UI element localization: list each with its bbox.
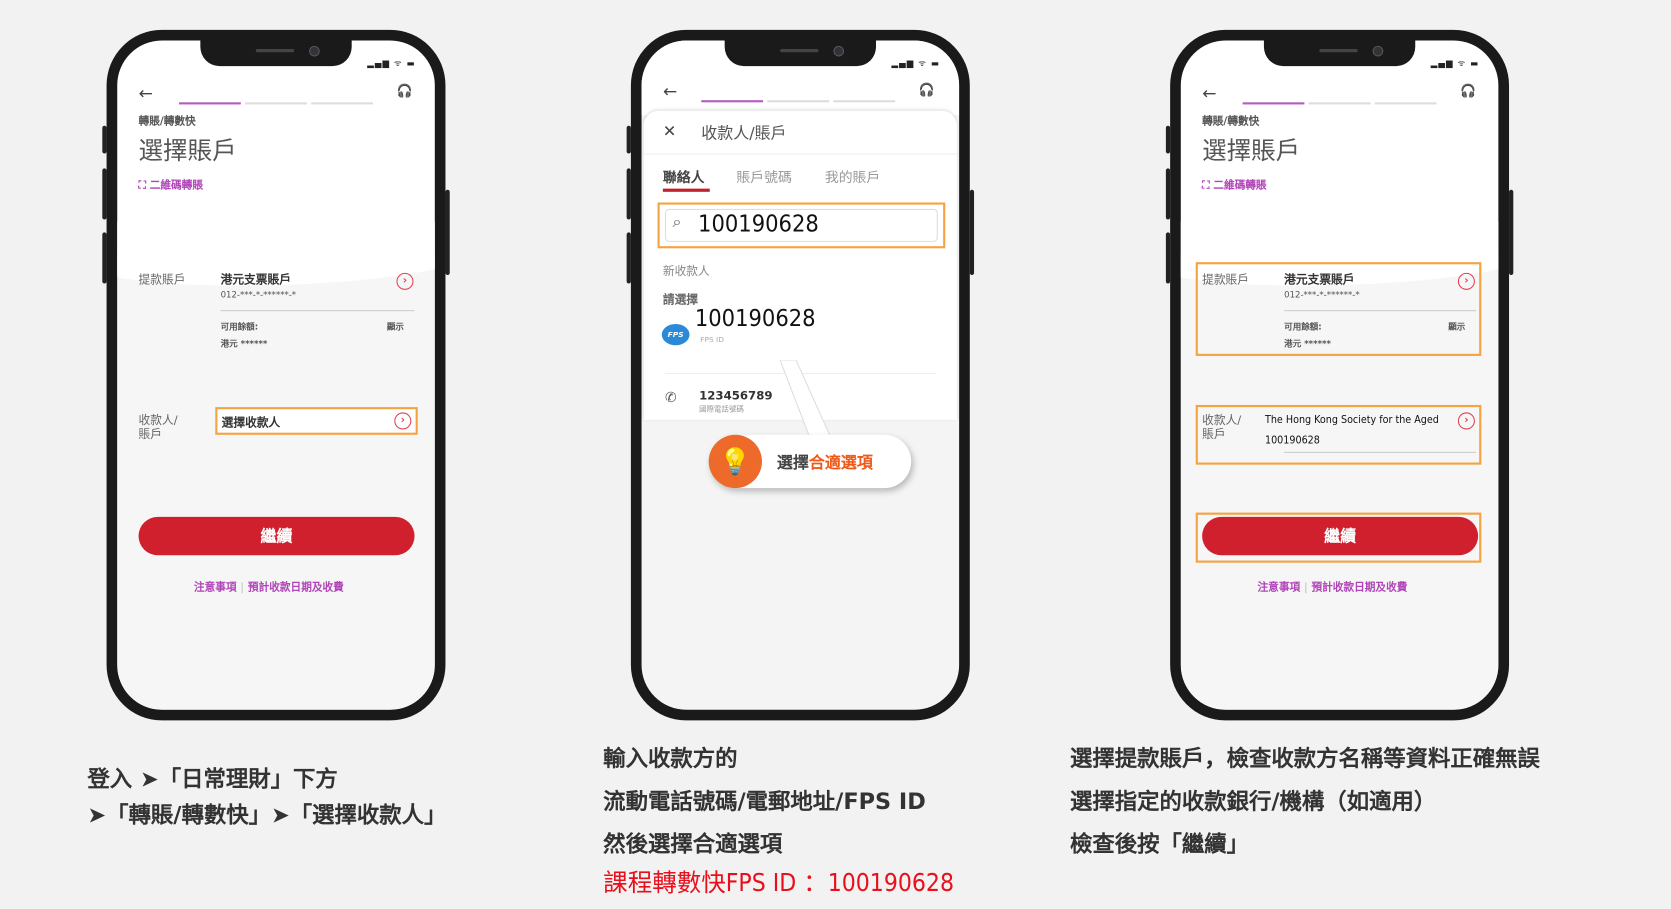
- progress-step-2: [1308, 102, 1371, 105]
- payee-chevron-icon: ›: [394, 412, 412, 430]
- account-chevron-icon[interactable]: ›: [1457, 272, 1475, 290]
- search-icon: ⌕: [672, 212, 682, 232]
- progress-step-2: [245, 102, 307, 105]
- progress-step-1: [1242, 102, 1305, 105]
- payee-label: 收款人/ 賬戶: [138, 413, 178, 442]
- continue-button[interactable]: 繼續: [138, 516, 415, 556]
- back-icon[interactable]: ←: [139, 83, 153, 103]
- caption-line: 登入 ➤「日常理財」下方: [87, 766, 338, 792]
- balance-value: 港元 ******: [1284, 338, 1331, 349]
- breadcrumb: 轉賬/轉數快: [138, 116, 196, 128]
- tab-contacts[interactable]: 聯絡人: [663, 166, 705, 187]
- caption-step1: 登入 ➤「日常理財」下方 ➤「轉賬/轉數快」➤「選擇收款人」: [87, 761, 446, 833]
- debit-account-label: 提款賬戶: [138, 272, 186, 287]
- sheet-title: 收款人/賬戶: [701, 123, 787, 143]
- status-icons: ▂▄▆ ᯤ ▬: [891, 58, 940, 69]
- progress-step-3: [1374, 102, 1437, 105]
- screen: ▂▄▆ ᯤ ▬ ← 🎧 ✕ 收款人/賬戶 聯絡人 賬戶號碼 我的賬戶 ⌕ 100…: [641, 40, 960, 710]
- option-fps-sub: FPS ID: [700, 335, 725, 345]
- phone-step2: ▂▄▆ ᯤ ▬ ← 🎧 ✕ 收款人/賬戶 聯絡人 賬戶號碼 我的賬戶 ⌕ 100…: [626, 29, 975, 721]
- account-chevron-icon[interactable]: ›: [396, 272, 414, 290]
- caption-line: 檢查後按「繼續」: [1069, 831, 1250, 857]
- lightbulb-icon: 💡: [708, 434, 762, 489]
- progress-step-3: [833, 100, 896, 103]
- search-value: 100190628: [698, 211, 819, 238]
- tab-account-number[interactable]: 賬戶號碼: [736, 166, 791, 187]
- debit-account-label: 提款賬戶: [1202, 272, 1250, 287]
- balance-value: 港元 ******: [220, 338, 268, 349]
- progress-step-2: [767, 100, 830, 103]
- qr-link-label: 二維碼轉賬: [149, 180, 203, 192]
- footer-links: 注意事項 | 預計收款日期及收費: [1257, 581, 1408, 594]
- account-name: 港元支票賬戶: [220, 272, 291, 287]
- tab-my-accounts[interactable]: 我的賬戶: [825, 166, 880, 187]
- headset-icon[interactable]: 🎧: [396, 83, 412, 98]
- fee-link[interactable]: 預計收款日期及收費: [248, 582, 344, 594]
- payee-name: The Hong Kong Society for the Aged: [1264, 414, 1439, 427]
- fps-logo-icon: FPS: [661, 323, 690, 346]
- tip-callout: 💡 選擇合適選項: [708, 434, 912, 489]
- caption-step2: 輸入收款方的 流動電話號碼/電郵地址/FPS ID 然後選擇合適選項 課程轉數快…: [603, 737, 954, 901]
- caption-step3: 選擇提款賬戶，檢查收款方名稱等資料正確無誤 選擇指定的收款銀行/機構（如適用） …: [1070, 737, 1540, 865]
- account-number: 012-***-*-******-*: [1284, 289, 1360, 300]
- qr-scan-icon: ⛶: [138, 180, 150, 192]
- progress-step-3: [311, 102, 373, 105]
- caption-line: 流動電話號碼/電郵地址/FPS ID: [603, 788, 926, 815]
- caption-line: 然後選擇合適選項: [603, 831, 783, 857]
- balance-label: 可用餘額:: [1284, 321, 1322, 332]
- qr-link-label: 二維碼轉賬: [1213, 180, 1267, 192]
- fps-id-note: 課程轉數快FPS ID ：100190628: [603, 869, 954, 898]
- please-select-label: 請選擇: [662, 293, 699, 307]
- caption-line: ➤「轉賬/轉數快」➤「選擇收款人」: [87, 802, 447, 829]
- callout-pointer: [779, 360, 835, 444]
- active-tab-indicator: [662, 188, 710, 192]
- page-title: 選擇賬戶: [1202, 137, 1301, 166]
- close-icon[interactable]: ✕: [663, 121, 676, 140]
- screen: ▂▄▆ ᯤ ▬ ← 🎧 轉賬/轉數快 選擇賬戶 ⛶ 二維碼轉賬 提款賬戶 港元支…: [117, 40, 435, 710]
- account-name: 港元支票賬戶: [1284, 272, 1355, 287]
- fee-link[interactable]: 預計收款日期及收費: [1311, 582, 1407, 594]
- account-number: 012-***-*-******-*: [220, 289, 297, 300]
- payee-label: 收款人/ 賬戶: [1202, 413, 1242, 442]
- search-highlight: ⌕ 100190628: [657, 202, 946, 249]
- page-title: 選擇賬戶: [138, 137, 237, 166]
- progress-step-1: [179, 102, 241, 105]
- option-fps-value[interactable]: 100190628: [695, 306, 816, 333]
- headset-icon[interactable]: 🎧: [919, 82, 935, 97]
- qr-transfer-link[interactable]: ⛶ 二維碼轉賬: [139, 176, 203, 192]
- back-icon[interactable]: ←: [1202, 83, 1216, 103]
- qr-transfer-link[interactable]: ⛶ 二維碼轉賬: [1202, 176, 1266, 192]
- caption-line: 選擇指定的收款銀行/機構（如適用）: [1069, 788, 1437, 815]
- tip-text: 選擇合適選項: [776, 452, 873, 473]
- balance-label: 可用餘額:: [220, 321, 259, 332]
- back-icon[interactable]: ←: [663, 81, 677, 101]
- phone-icon: ✆: [664, 390, 677, 407]
- progress-step-1: [701, 100, 764, 103]
- notes-link[interactable]: 注意事項: [1258, 582, 1301, 594]
- notes-link[interactable]: 注意事項: [194, 582, 237, 594]
- payee-chevron-icon[interactable]: ›: [1457, 412, 1475, 430]
- search-input[interactable]: ⌕ 100190628: [664, 208, 938, 242]
- caption-line: 選擇提款賬戶，檢查收款方名稱等資料正確無誤: [1069, 745, 1540, 772]
- select-payee-label: 選擇收款人: [221, 415, 281, 430]
- breadcrumb: 轉賬/轉數快: [1202, 116, 1260, 128]
- payee-id: 100190628: [1264, 434, 1320, 447]
- option-phone-sub: 國際電話號碼: [699, 404, 744, 414]
- phone-step3: ▂▄▆ ᯤ ▬ ← 🎧 轉賬/轉數快 選擇賬戶 ⛶ 二維碼轉賬 提款賬戶 港元支…: [1165, 29, 1514, 721]
- status-icons: ▂▄▆ ᯤ ▬: [367, 58, 416, 69]
- show-balance-link[interactable]: 顯示: [387, 321, 404, 333]
- caption-line: 輸入收款方的: [603, 745, 738, 772]
- new-payee-label: 新收款人: [662, 264, 710, 279]
- headset-icon[interactable]: 🎧: [1460, 83, 1476, 98]
- option-phone-value[interactable]: 123456789: [699, 389, 772, 403]
- continue-button[interactable]: 繼續: [1202, 516, 1479, 556]
- select-payee-field[interactable]: 選擇收款人 ›: [215, 407, 418, 435]
- show-balance-link[interactable]: 顯示: [1448, 321, 1465, 333]
- qr-scan-icon: ⛶: [1202, 180, 1214, 192]
- status-icons: ▂▄▆ ᯤ ▬: [1430, 58, 1480, 69]
- screen: ▂▄▆ ᯤ ▬ ← 🎧 轉賬/轉數快 選擇賬戶 ⛶ 二維碼轉賬 提款賬戶 港元支…: [1180, 40, 1499, 710]
- footer-links: 注意事項 | 預計收款日期及收費: [193, 581, 344, 594]
- phone-step1: ▂▄▆ ᯤ ▬ ← 🎧 轉賬/轉數快 選擇賬戶 ⛶ 二維碼轉賬 提款賬戶 港元支…: [102, 29, 450, 721]
